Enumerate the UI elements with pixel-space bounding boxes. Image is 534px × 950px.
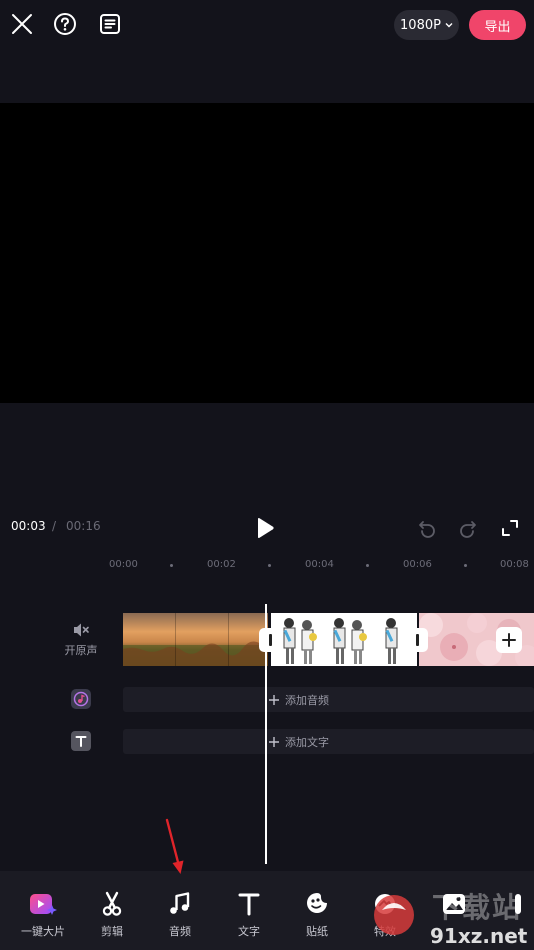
speaker-mute-icon <box>56 622 106 638</box>
annotation-arrow <box>162 818 188 878</box>
total-time: 00:16 <box>66 519 101 533</box>
video-clip-figures[interactable] <box>271 613 417 666</box>
transition-handle[interactable] <box>259 628 281 652</box>
ruler-tick-label: 00:02 <box>207 559 236 570</box>
add-text-button[interactable]: 添加文字 <box>269 734 329 750</box>
plus-icon <box>269 737 279 747</box>
plus-icon <box>502 633 516 647</box>
tool-label: 音频 <box>169 925 191 938</box>
add-text-label: 添加文字 <box>285 736 329 749</box>
original-sound-toggle[interactable]: 开原声 <box>56 622 106 658</box>
ruler-tick-label: 00:08 <box>500 559 529 570</box>
tool-audio[interactable]: 音频 <box>150 871 210 950</box>
watermark: 下载站 91xz.net <box>372 880 534 950</box>
plus-icon <box>269 695 279 705</box>
undo-icon[interactable] <box>417 518 437 538</box>
ruler-tick-label: 00:04 <box>305 559 334 570</box>
list-icon[interactable] <box>98 12 122 36</box>
play-icon[interactable] <box>255 517 275 539</box>
sticker-icon <box>307 893 327 913</box>
music-track-icon <box>71 689 91 709</box>
tool-label: 文字 <box>238 925 260 938</box>
playhead[interactable] <box>265 604 267 864</box>
time-separator: / <box>52 519 57 533</box>
current-time: 00:03 <box>11 519 46 533</box>
text-t-icon <box>238 893 260 916</box>
scissors-icon <box>102 891 122 916</box>
close-icon[interactable] <box>10 12 34 36</box>
add-audio-button[interactable]: 添加音频 <box>269 692 329 708</box>
music-note-icon <box>170 892 190 914</box>
top-bar: 1080P 导出 <box>0 0 534 50</box>
fullscreen-icon[interactable] <box>500 518 520 538</box>
transition-bar-icon <box>415 634 419 646</box>
export-label: 导出 <box>484 19 511 35</box>
watermark-text-cn: 下载站 <box>432 891 523 924</box>
tool-text[interactable]: 文字 <box>219 871 279 950</box>
tool-sticker[interactable]: 贴纸 <box>287 871 347 950</box>
video-preview[interactable] <box>0 103 534 403</box>
tool-one-click-film[interactable]: 一键大片 <box>13 871 73 950</box>
add-text-row[interactable]: 添加文字 <box>123 729 534 754</box>
text-track-icon <box>71 731 91 751</box>
add-audio-row[interactable]: 添加音频 <box>123 687 534 712</box>
resolution-dropdown[interactable]: 1080P <box>394 10 459 40</box>
original-sound-label: 开原声 <box>64 644 98 657</box>
tool-edit[interactable]: 剪辑 <box>82 871 142 950</box>
transition-bar-icon <box>268 634 272 646</box>
ruler-tick-label: 00:06 <box>403 559 432 570</box>
help-icon[interactable] <box>53 12 77 36</box>
ruler-dot <box>268 564 271 567</box>
ruler-tick-label: 00:00 <box>109 559 138 570</box>
export-button[interactable]: 导出 <box>469 10 526 40</box>
ruler-dot <box>366 564 369 567</box>
tool-label: 一键大片 <box>21 925 65 938</box>
add-clip-button[interactable] <box>496 627 522 653</box>
add-audio-label: 添加音频 <box>285 694 329 707</box>
ruler-dot <box>464 564 467 567</box>
transition-handle[interactable] <box>406 628 428 652</box>
redo-icon[interactable] <box>458 518 478 538</box>
chevron-down-icon <box>445 23 453 28</box>
ruler-dot <box>170 564 173 567</box>
tool-label: 剪辑 <box>101 925 123 938</box>
tool-label: 贴纸 <box>306 925 328 938</box>
magic-film-icon <box>30 894 57 915</box>
figure-group <box>283 618 398 664</box>
video-clip-sunset[interactable] <box>123 613 268 666</box>
watermark-text-en: 91xz.net <box>430 924 528 948</box>
resolution-label: 1080P <box>400 17 441 33</box>
